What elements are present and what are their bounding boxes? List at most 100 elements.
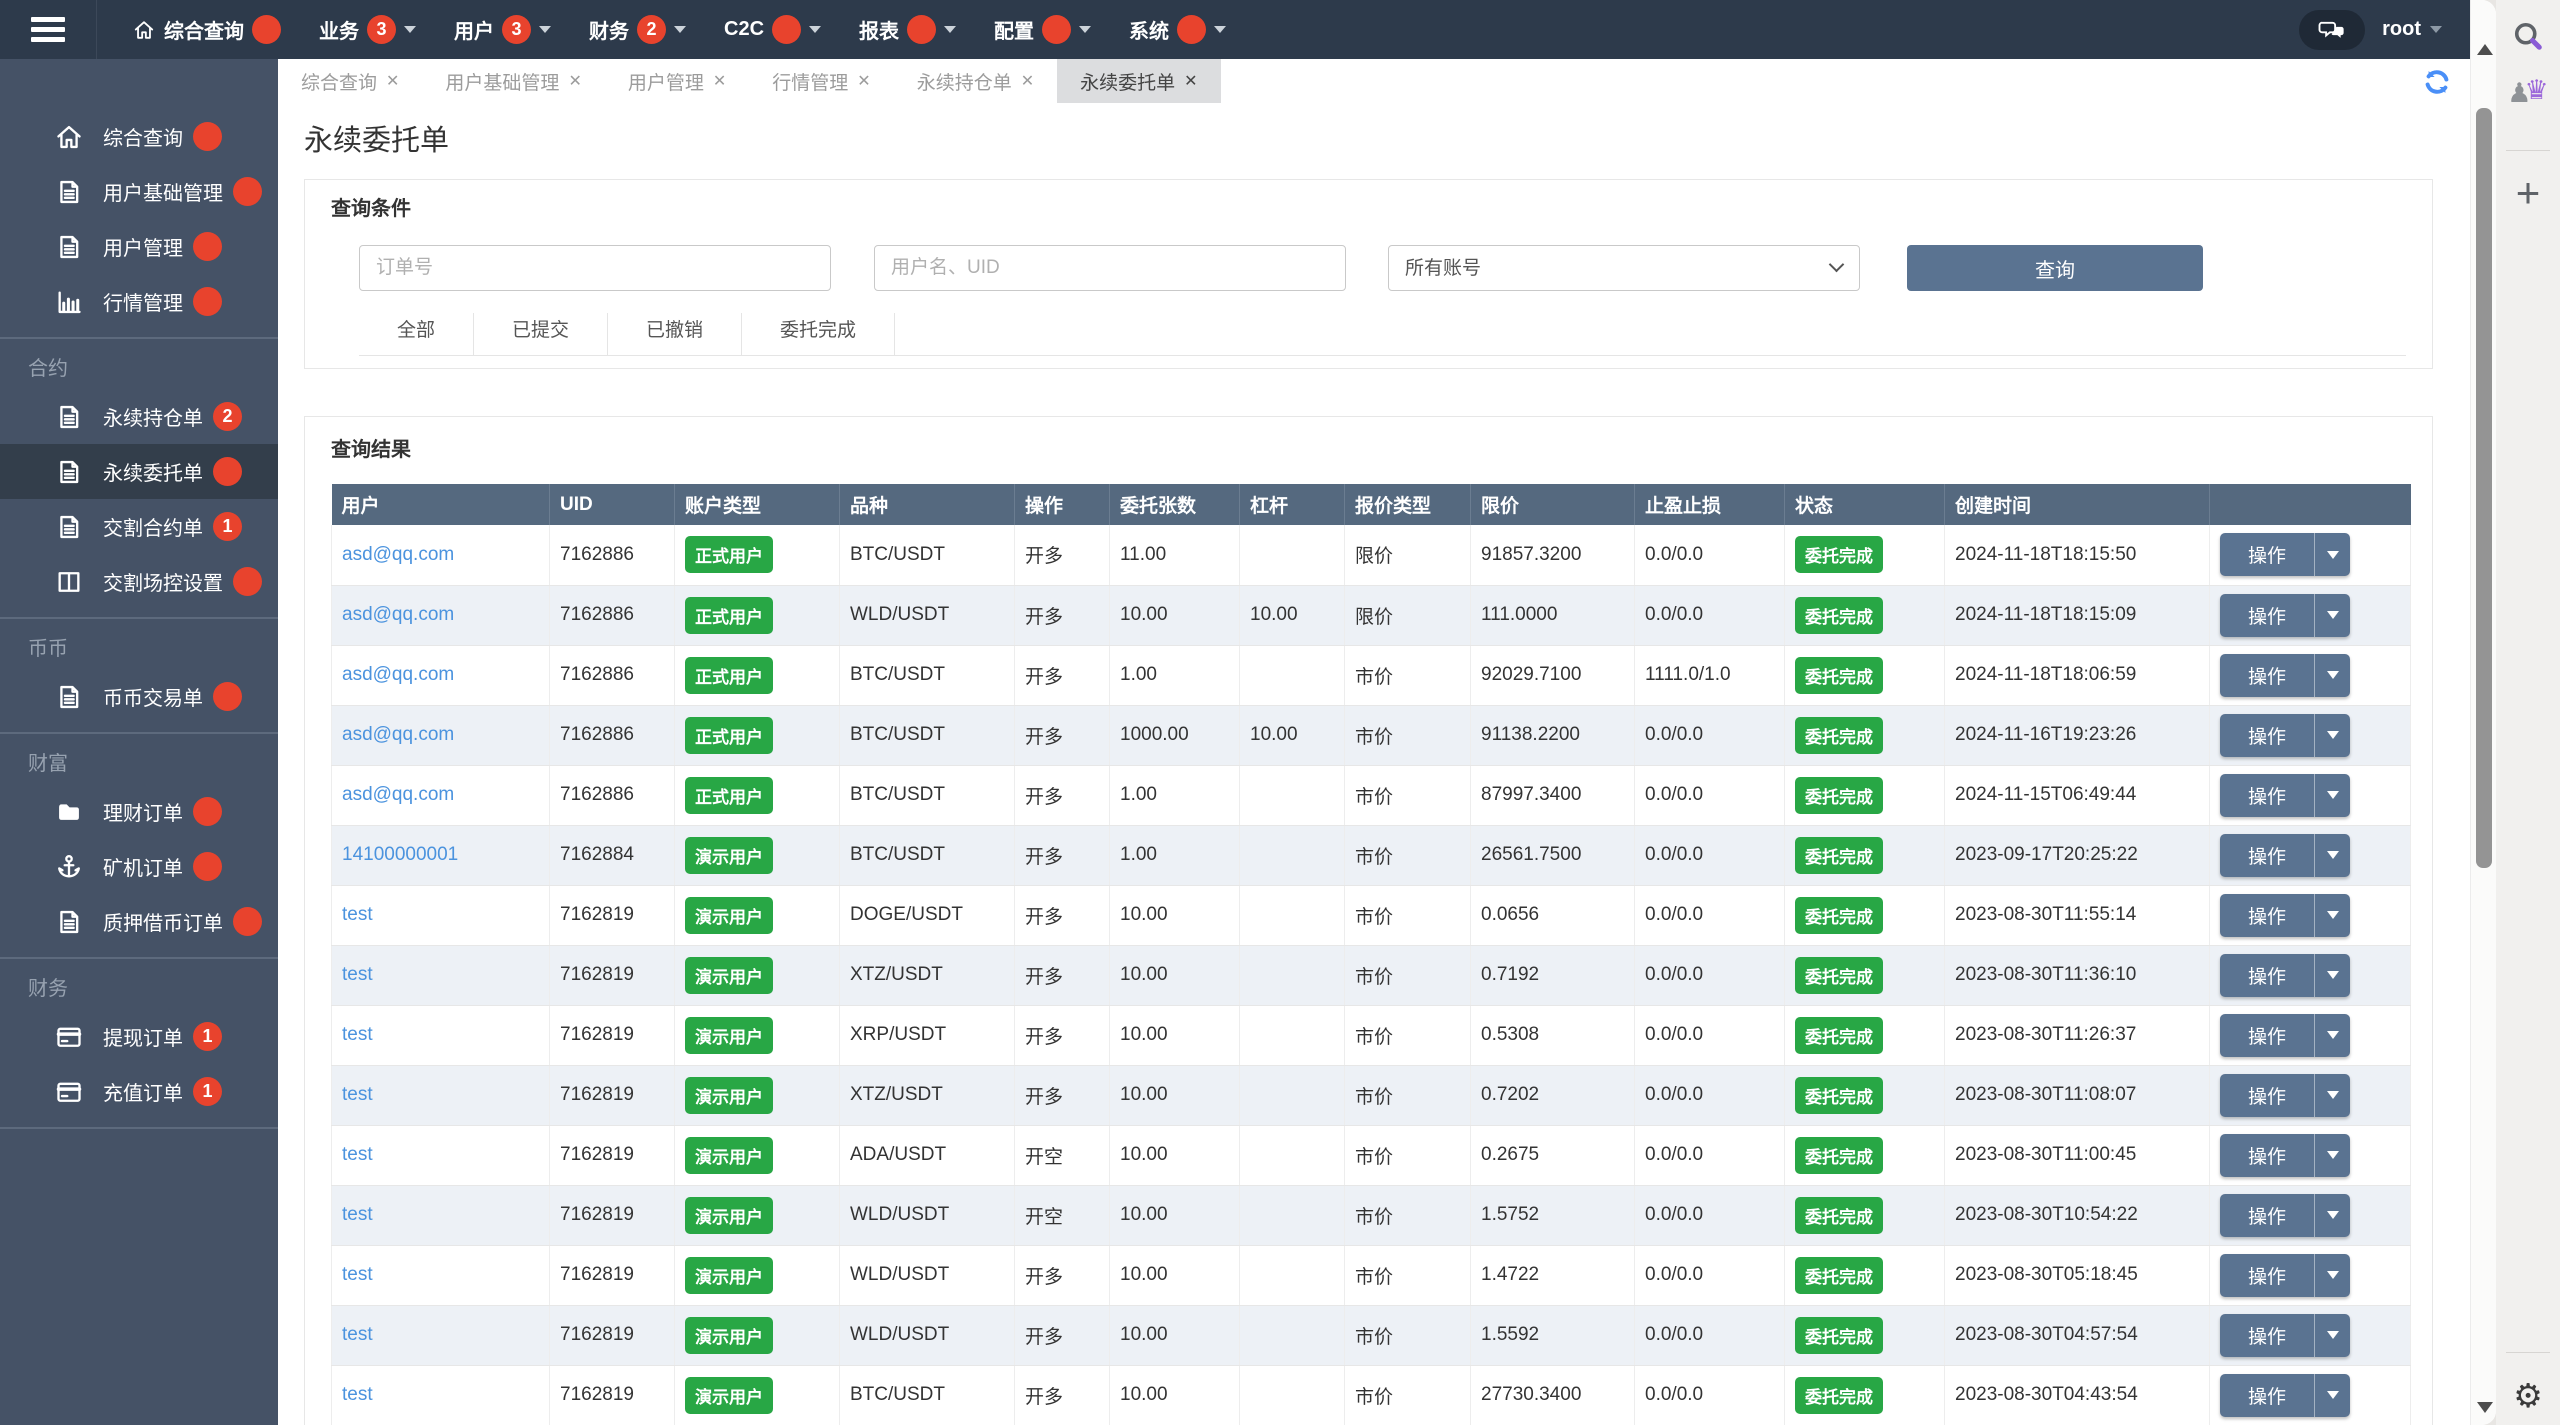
action-dropdown-toggle[interactable]: [2314, 1133, 2350, 1177]
sidebar-item[interactable]: 质押借币订单: [0, 894, 278, 949]
user-link[interactable]: test: [342, 1324, 373, 1345]
tab[interactable]: 用户基础管理 ✕: [422, 59, 604, 103]
action-button-label[interactable]: 操作: [2220, 1014, 2314, 1057]
status-filter-tab[interactable]: 已提交: [474, 313, 609, 355]
navbar-menu-item[interactable]: 财务 2: [589, 15, 686, 44]
close-icon[interactable]: ✕: [857, 71, 870, 91]
user-link[interactable]: test: [342, 1204, 373, 1225]
search-button[interactable]: 查询: [1907, 245, 2203, 291]
status-filter-tab[interactable]: 已撤销: [608, 313, 743, 355]
user-link[interactable]: test: [342, 1084, 373, 1105]
status-filter-tab[interactable]: 全部: [359, 313, 475, 355]
action-split-button[interactable]: 操作: [2220, 773, 2350, 817]
user-link[interactable]: test: [342, 1144, 373, 1165]
extensions-chess-icon[interactable]: ♟♛: [2496, 75, 2560, 109]
user-link[interactable]: asd@qq.com: [342, 784, 454, 805]
action-dropdown-toggle[interactable]: [2314, 533, 2350, 577]
scroll-up-arrow-icon[interactable]: [2477, 44, 2493, 55]
action-dropdown-toggle[interactable]: [2314, 713, 2350, 757]
navbar-menu-item[interactable]: 系统: [1129, 15, 1227, 44]
action-split-button[interactable]: 操作: [2220, 713, 2350, 757]
action-split-button[interactable]: 操作: [2220, 533, 2350, 577]
navbar-menu-item[interactable]: 报表: [859, 15, 957, 44]
action-split-button[interactable]: 操作: [2220, 893, 2350, 937]
sidebar-item[interactable]: 用户管理: [0, 219, 278, 274]
navbar-menu-item[interactable]: 业务 3: [319, 15, 416, 44]
user-menu[interactable]: root: [2382, 18, 2442, 41]
action-split-button[interactable]: 操作: [2220, 1193, 2350, 1237]
navbar-menu-item[interactable]: 用户 3: [454, 15, 551, 44]
refresh-icon[interactable]: [2422, 67, 2452, 97]
sidebar-item[interactable]: 理财订单: [0, 784, 278, 839]
action-dropdown-toggle[interactable]: [2314, 1313, 2350, 1357]
user-link[interactable]: asd@qq.com: [342, 544, 454, 565]
action-dropdown-toggle[interactable]: [2314, 1253, 2350, 1297]
action-button-label[interactable]: 操作: [2220, 1194, 2314, 1237]
action-split-button[interactable]: 操作: [2220, 833, 2350, 877]
sidebar-item[interactable]: 永续委托单: [0, 444, 278, 499]
user-link[interactable]: test: [342, 1024, 373, 1045]
action-button-label[interactable]: 操作: [2220, 1074, 2314, 1117]
action-button-label[interactable]: 操作: [2220, 774, 2314, 817]
account-type-select[interactable]: 所有账号: [1388, 245, 1860, 291]
action-split-button[interactable]: 操作: [2220, 1013, 2350, 1057]
scrollbar-thumb[interactable]: [2476, 108, 2492, 868]
tab[interactable]: 永续委托单 ✕: [1057, 59, 1221, 103]
scroll-down-arrow-icon[interactable]: [2477, 1402, 2493, 1413]
action-dropdown-toggle[interactable]: [2314, 773, 2350, 817]
sidebar-item[interactable]: 交割合约单 1: [0, 499, 278, 554]
action-dropdown-toggle[interactable]: [2314, 1013, 2350, 1057]
sidebar-item[interactable]: 提现订单 1: [0, 1009, 278, 1064]
user-link[interactable]: test: [342, 1264, 373, 1285]
close-icon[interactable]: ✕: [1021, 71, 1034, 91]
sidebar-item[interactable]: 交割场控设置: [0, 554, 278, 609]
user-link[interactable]: asd@qq.com: [342, 664, 454, 685]
search-icon[interactable]: [2496, 18, 2560, 59]
close-icon[interactable]: ✕: [1184, 71, 1197, 91]
action-dropdown-toggle[interactable]: [2314, 1193, 2350, 1237]
navbar-menu-item[interactable]: C2C: [724, 15, 822, 44]
action-dropdown-toggle[interactable]: [2314, 593, 2350, 637]
menu-toggle-icon[interactable]: [0, 0, 97, 59]
tab[interactable]: 用户管理 ✕: [605, 59, 749, 103]
action-split-button[interactable]: 操作: [2220, 1133, 2350, 1177]
sidebar-item[interactable]: 用户基础管理: [0, 164, 278, 219]
status-filter-tab[interactable]: 委托完成: [742, 313, 896, 355]
action-split-button[interactable]: 操作: [2220, 953, 2350, 997]
action-button-label[interactable]: 操作: [2220, 834, 2314, 877]
action-button-label[interactable]: 操作: [2220, 1314, 2314, 1357]
sidebar-item[interactable]: 矿机订单: [0, 839, 278, 894]
action-dropdown-toggle[interactable]: [2314, 1073, 2350, 1117]
sidebar-item[interactable]: 币币交易单: [0, 669, 278, 724]
sidebar-item[interactable]: 永续持仓单 2: [0, 389, 278, 444]
action-dropdown-toggle[interactable]: [2314, 1373, 2350, 1417]
close-icon[interactable]: ✕: [386, 71, 399, 91]
user-link[interactable]: test: [342, 904, 373, 925]
action-button-label[interactable]: 操作: [2220, 894, 2314, 937]
user-link[interactable]: asd@qq.com: [342, 724, 454, 745]
navbar-menu-item[interactable]: 配置: [994, 15, 1092, 44]
user-link[interactable]: test: [342, 1384, 373, 1405]
add-icon[interactable]: +: [2496, 172, 2560, 214]
action-split-button[interactable]: 操作: [2220, 593, 2350, 637]
close-icon[interactable]: ✕: [568, 71, 581, 91]
action-button-label[interactable]: 操作: [2220, 954, 2314, 997]
action-dropdown-toggle[interactable]: [2314, 833, 2350, 877]
tab[interactable]: 永续持仓单 ✕: [894, 59, 1057, 103]
action-dropdown-toggle[interactable]: [2314, 953, 2350, 997]
action-split-button[interactable]: 操作: [2220, 1253, 2350, 1297]
action-dropdown-toggle[interactable]: [2314, 893, 2350, 937]
user-uid-input[interactable]: [874, 245, 1346, 291]
action-split-button[interactable]: 操作: [2220, 1073, 2350, 1117]
tab[interactable]: 行情管理 ✕: [749, 59, 893, 103]
close-icon[interactable]: ✕: [713, 71, 726, 91]
action-dropdown-toggle[interactable]: [2314, 653, 2350, 697]
action-button-label[interactable]: 操作: [2220, 1374, 2314, 1417]
tab[interactable]: 综合查询 ✕: [278, 59, 422, 103]
action-split-button[interactable]: 操作: [2220, 1373, 2350, 1417]
chat-button[interactable]: [2299, 9, 2366, 50]
settings-gear-icon[interactable]: ⚙: [2496, 1376, 2560, 1416]
user-link[interactable]: test: [342, 964, 373, 985]
action-button-label[interactable]: 操作: [2220, 594, 2314, 637]
action-button-label[interactable]: 操作: [2220, 1134, 2314, 1177]
